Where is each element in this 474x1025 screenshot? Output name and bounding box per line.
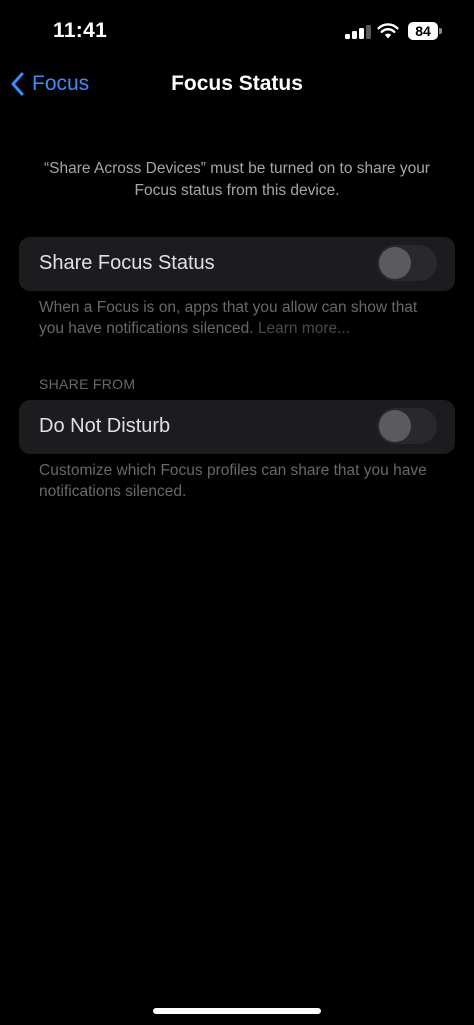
home-indicator[interactable] (153, 1008, 321, 1014)
do-not-disturb-label: Do Not Disturb (39, 415, 171, 437)
share-from-header: SHARE FROM (39, 376, 136, 392)
battery-tip (439, 28, 442, 34)
share-focus-footer-text: When a Focus is on, apps that you allow … (39, 299, 418, 337)
share-focus-status-toggle[interactable] (377, 245, 437, 281)
navigation-bar: Focus Focus Status (0, 60, 474, 108)
share-focus-footer: When a Focus is on, apps that you allow … (39, 297, 439, 339)
share-focus-status-row[interactable]: Share Focus Status (19, 237, 455, 291)
status-time: 11:41 (53, 19, 108, 42)
toggle-knob (379, 247, 411, 279)
share-from-footer: Customize which Focus profiles can share… (39, 462, 427, 500)
battery-level: 84 (408, 22, 438, 40)
share-across-devices-note: “Share Across Devices” must be turned on… (44, 160, 430, 199)
do-not-disturb-toggle[interactable] (377, 408, 437, 444)
cellular-signal-icon (345, 24, 371, 39)
page-title: Focus Status (171, 72, 303, 95)
do-not-disturb-row[interactable]: Do Not Disturb (19, 400, 455, 454)
toggle-knob (379, 410, 411, 442)
share-focus-status-label: Share Focus Status (39, 252, 215, 274)
learn-more-link[interactable]: Learn more... (258, 320, 350, 337)
status-bar: 11:41 84 (0, 0, 474, 60)
wifi-icon (377, 23, 399, 39)
